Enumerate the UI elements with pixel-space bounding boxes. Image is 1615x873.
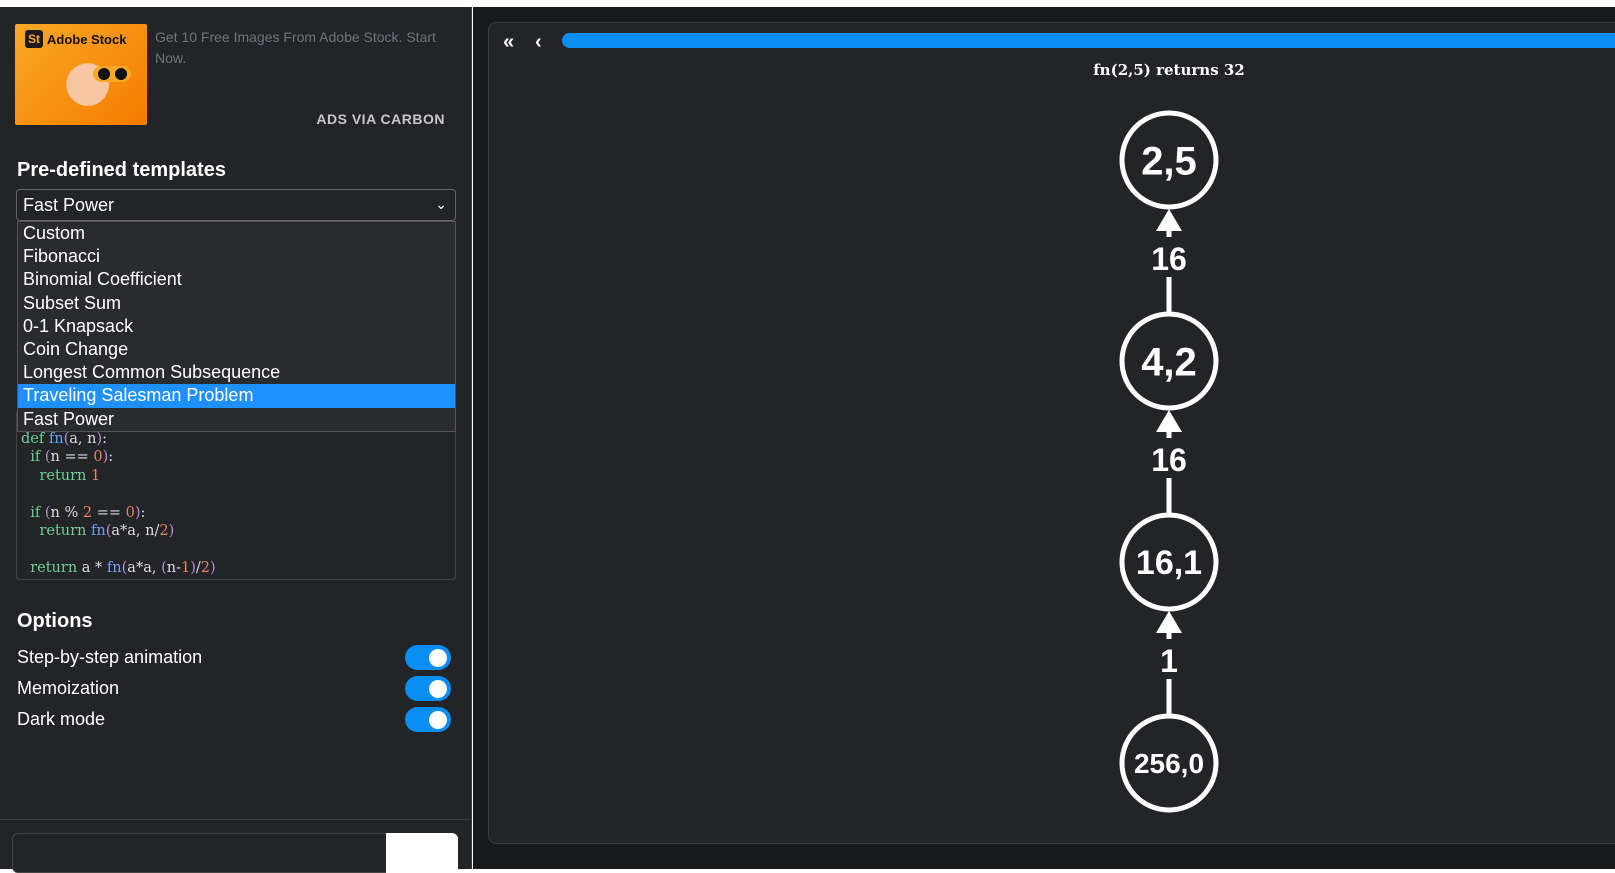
tree-panel: « ‹ fn(2,5) returns 32 16 16 1 2,5 4,2 16,1 25…: [488, 22, 1615, 844]
edge-label: 16: [1151, 442, 1187, 478]
node-label: 4,2: [1141, 340, 1197, 384]
code-line: if (n == 0):: [30, 449, 114, 466]
arrow-head-icon: [1156, 410, 1182, 432]
template-option[interactable]: Subset Sum: [18, 292, 455, 315]
template-option[interactable]: 0-1 Knapsack: [18, 315, 455, 338]
dark-mode-toggle[interactable]: [405, 707, 451, 732]
edge-label: 1: [1160, 643, 1178, 679]
node-label: 16,1: [1136, 544, 1202, 582]
visualization-area: « ‹ fn(2,5) returns 32 16 16 1 2,5 4,2 16,1 25…: [473, 7, 1615, 869]
template-option[interactable]: Coin Change: [18, 338, 455, 361]
ads-via-carbon-link[interactable]: ADS VIA CARBON: [316, 111, 445, 127]
option-label: Dark mode: [17, 709, 106, 729]
template-option[interactable]: Custom: [18, 222, 455, 245]
code-editor[interactable]: def fn(a, n): if (n == 0): return 1 if (…: [16, 409, 456, 580]
templates-heading: Pre-defined templates: [17, 159, 226, 181]
chevron-down-icon: ⌄: [435, 196, 447, 212]
code-line: return a * fn(a*a, (n-1)/2): [30, 559, 216, 576]
option-label: Memoization: [17, 678, 120, 698]
arrow-head-icon: [1156, 611, 1182, 633]
ad-text[interactable]: Get 10 Free Images From Adobe Stock. Sta…: [155, 27, 445, 69]
code-line: return fn(a*a, n/2): [39, 523, 175, 540]
template-option[interactable]: Longest Common Subsequence: [18, 361, 455, 384]
template-option[interactable]: Fibonacci: [18, 245, 455, 268]
divider: [0, 819, 472, 820]
ad-glasses: [93, 66, 131, 82]
template-option[interactable]: Fast Power: [18, 408, 455, 431]
ad-image[interactable]: St Adobe Stock: [15, 24, 147, 125]
sidebar: St Adobe Stock Get 10 Free Images From Ad…: [0, 7, 472, 873]
options-heading: Options: [17, 610, 93, 632]
recursion-tree: 16 16 1 2,5 4,2 16,1 256,0: [1119, 110, 1219, 813]
code-line: return 1: [39, 467, 101, 484]
option-label: Step-by-step animation: [17, 647, 203, 667]
template-option[interactable]: Traveling Salesman Problem: [18, 384, 455, 408]
ad-logo: St Adobe Stock: [25, 30, 126, 48]
node-label: 2,5: [1141, 139, 1197, 183]
node-label: 256,0: [1134, 748, 1204, 779]
memoization-toggle[interactable]: [405, 676, 451, 701]
code-line: def fn(a, n):: [21, 431, 107, 447]
template-dropdown[interactable]: Custom Fibonacci Binomial Coefficient Subse…: [17, 221, 456, 432]
template-option[interactable]: Binomial Coefficient: [18, 268, 455, 291]
template-select[interactable]: Fast Power ⌄: [16, 189, 456, 221]
edge-label: 16: [1151, 241, 1187, 277]
bottom-button[interactable]: [386, 833, 458, 873]
arrow-head-icon: [1156, 209, 1182, 231]
step-animation-toggle[interactable]: [405, 645, 451, 670]
code-line: if (n % 2 == 0):: [30, 504, 146, 521]
